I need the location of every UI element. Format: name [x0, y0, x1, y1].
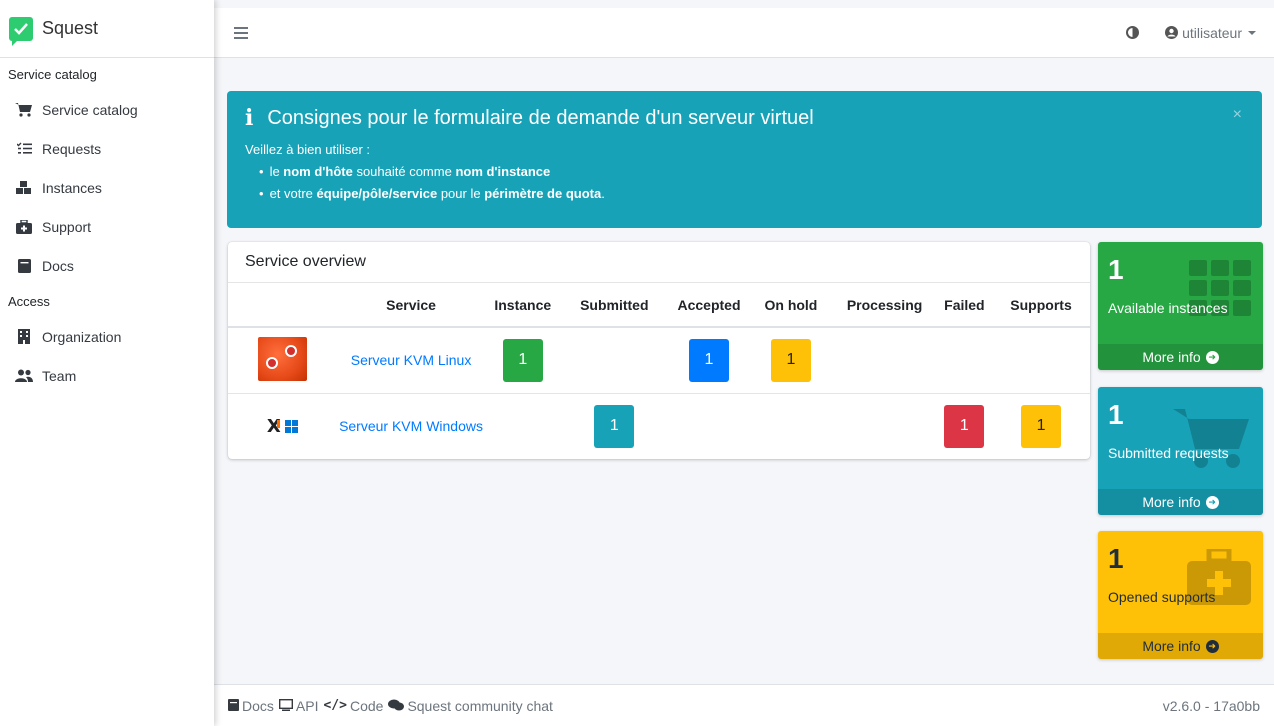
more-info-link[interactable]: More info ➜	[1098, 489, 1263, 515]
close-icon[interactable]: ×	[1233, 106, 1242, 124]
user-menu[interactable]: utilisateur	[1165, 25, 1256, 41]
code-icon: </>	[323, 698, 347, 713]
opened-supports-label: Opened supports	[1108, 589, 1216, 605]
caret-down-icon	[1248, 30, 1256, 35]
instructions-alert: i Consignes pour le formulaire de demand…	[227, 91, 1262, 228]
nav-header-access: Access	[8, 293, 50, 309]
sidebar-item-label: Docs	[42, 257, 74, 274]
windows-logo-icon	[284, 419, 298, 433]
users-icon	[15, 368, 33, 384]
column-header: Instance	[485, 283, 561, 328]
footer: Docs API </> Code Squest community chat …	[214, 684, 1274, 726]
table-row: X Serveur KVM Windows 1 1 1	[228, 392, 1090, 459]
info-icon: i	[245, 105, 254, 131]
sidebar: Squest Service catalog Service catalog R…	[0, 0, 214, 726]
more-info-link[interactable]: More info ➜	[1098, 633, 1263, 659]
nav-header-service-catalog: Service catalog	[8, 66, 97, 82]
on-hold-count-badge[interactable]: 1	[770, 338, 811, 382]
service-overview-table: Service Instance Submitted Accepted On h…	[228, 283, 1090, 459]
arrow-circle-right-icon: ➜	[1205, 350, 1219, 364]
linux-service-image	[257, 336, 307, 381]
sidebar-item-label: Service catalog	[42, 101, 138, 118]
footer-chat-link[interactable]: Squest community chat	[407, 698, 553, 714]
submitted-requests-box: 1 Submitted requests More info ➜	[1098, 387, 1263, 515]
building-icon	[15, 329, 33, 345]
user-circle-icon	[1165, 26, 1179, 39]
book-icon	[15, 258, 33, 274]
more-info-link[interactable]: More info ➜	[1098, 344, 1263, 370]
column-header: Accepted	[668, 283, 750, 328]
service-overview-card: Service overview Service Instance Submit…	[228, 242, 1090, 459]
column-header: On hold	[749, 283, 833, 328]
medkit-icon	[15, 219, 33, 235]
alert-body: Veillez à bien utiliser : le nom d'hôte …	[245, 139, 1244, 205]
theme-toggle-icon[interactable]	[1126, 26, 1140, 39]
api-icon	[278, 698, 293, 714]
sidebar-item-support[interactable]: Support	[0, 207, 214, 246]
accepted-count-badge[interactable]: 1	[689, 338, 729, 382]
topbar: utilisateur	[214, 8, 1274, 58]
topbar-right: utilisateur	[1126, 25, 1256, 41]
footer-docs-link[interactable]: Docs	[242, 698, 274, 714]
sidebar-item-label: Team	[42, 367, 77, 384]
sidebar-item-instances[interactable]: Instances	[0, 168, 214, 207]
alert-list-item: et votre équipe/pôle/service pour le pér…	[270, 183, 1244, 205]
failed-count-badge[interactable]: 1	[944, 404, 985, 448]
brand-name: Squest	[42, 18, 99, 38]
footer-api-link[interactable]: API	[296, 698, 319, 714]
alert-list: le nom d'hôte souhaité comme nom d'insta…	[245, 161, 1244, 205]
service-link-kvm-windows[interactable]: Serveur KVM Windows	[339, 418, 483, 434]
submitted-count-badge[interactable]: 1	[594, 404, 635, 448]
available-instances-box: 1 Available instances More info ➜	[1098, 242, 1263, 370]
sidebar-item-organization[interactable]: Organization	[0, 317, 214, 356]
submitted-requests-label: Submitted requests	[1108, 445, 1229, 461]
sidebar-item-service-catalog[interactable]: Service catalog	[0, 90, 214, 129]
brand[interactable]: Squest	[0, 0, 214, 58]
sidebar-item-requests[interactable]: Requests	[0, 129, 214, 168]
alert-intro: Veillez à bien utiliser :	[245, 142, 371, 157]
opened-supports-box: 1 Opened supports More info ➜	[1098, 531, 1263, 659]
table-header-row: Service Instance Submitted Accepted On h…	[228, 283, 1090, 328]
cubes-icon	[15, 180, 33, 196]
user-name: utilisateur	[1182, 24, 1242, 41]
column-header: Supports	[992, 283, 1090, 328]
footer-code-link[interactable]: Code	[350, 698, 383, 714]
column-header: Service	[336, 283, 486, 328]
version-label: v2.6.0 - 17a0bb	[1162, 697, 1260, 714]
list-check-icon	[15, 141, 33, 157]
table-row: Serveur KVM Linux 1 1 1	[228, 327, 1090, 393]
arrow-circle-right-icon: ➜	[1205, 639, 1219, 653]
alert-title: Consignes pour le formulaire de demande …	[267, 106, 814, 129]
column-header: Failed	[936, 283, 993, 328]
alert-title-row: i Consignes pour le formulaire de demand…	[245, 105, 1244, 131]
instance-count-badge[interactable]: 1	[502, 338, 543, 382]
squest-logo-icon	[9, 16, 33, 46]
alert-list-item: le nom d'hôte souhaité comme nom d'insta…	[270, 161, 1244, 183]
sidebar-item-team[interactable]: Team	[0, 356, 214, 395]
sidebar-item-label: Support	[42, 218, 92, 235]
sidebar-item-label: Requests	[42, 140, 102, 157]
service-link-kvm-linux[interactable]: Serveur KVM Linux	[351, 352, 472, 368]
windows-service-image: X	[258, 404, 307, 448]
proxmox-x-icon: X	[266, 415, 281, 437]
column-header	[228, 283, 337, 328]
supports-count-badge[interactable]: 1	[1021, 404, 1062, 448]
comments-icon	[388, 698, 405, 714]
column-header: Processing	[832, 283, 937, 328]
book-icon	[228, 698, 239, 714]
card-title: Service overview	[228, 242, 1090, 283]
arrow-circle-right-icon: ➜	[1205, 495, 1219, 509]
sidebar-item-docs[interactable]: Docs	[0, 246, 214, 285]
hamburger-menu-icon[interactable]	[234, 26, 248, 39]
sidebar-item-label: Organization	[42, 328, 122, 345]
sidebar-item-label: Instances	[42, 179, 102, 196]
column-header: Submitted	[560, 283, 669, 328]
cart-icon	[15, 102, 33, 118]
available-instances-label: Available instances	[1108, 300, 1228, 316]
